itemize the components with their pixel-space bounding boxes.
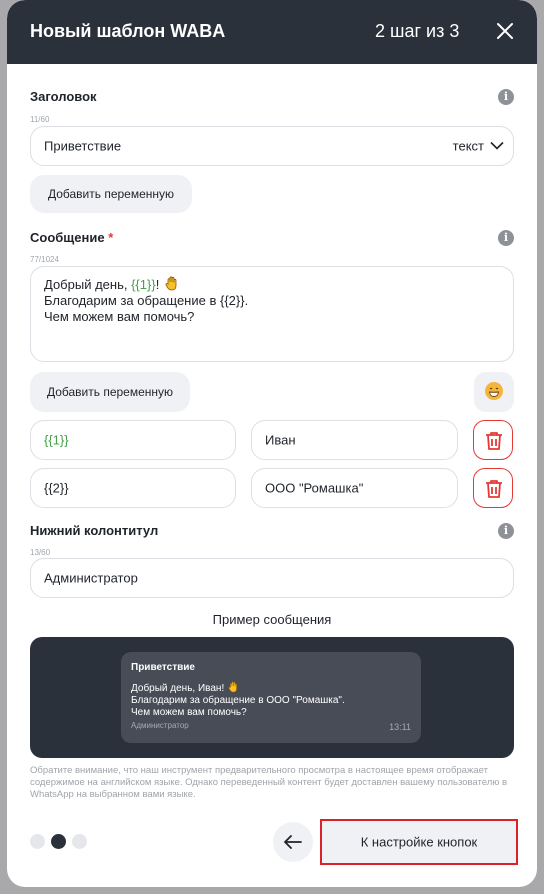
footer-label: Нижний колонтитул bbox=[30, 523, 159, 538]
preview-note: Обратите внимание, что наш инструмент пр… bbox=[30, 765, 508, 800]
step-dot-3 bbox=[72, 834, 87, 849]
message-bubble: Приветствие Добрый день, Иван! Благодари… bbox=[121, 652, 421, 743]
step-dot-1 bbox=[30, 834, 45, 849]
footer-input-value: Администратор bbox=[44, 570, 138, 586]
footer-input[interactable]: Администратор bbox=[30, 558, 514, 598]
next-step-label: К настройке кнопок bbox=[360, 834, 478, 850]
message-label: Сообщение * bbox=[30, 230, 113, 245]
trash-icon bbox=[486, 480, 502, 498]
preview-panel: Приветствие Добрый день, Иван! Благодари… bbox=[30, 637, 514, 758]
template-modal: Новый шаблон WABA 2 шаг из 3 Заголовок i… bbox=[7, 0, 537, 887]
add-message-variable-label: Добавить переменную bbox=[46, 385, 174, 399]
preview-title: Пример сообщения bbox=[212, 612, 332, 627]
info-icon[interactable]: i bbox=[498, 523, 514, 539]
variable-value-field[interactable]: ООО "Ромашка" bbox=[251, 468, 458, 508]
delete-variable-button[interactable] bbox=[473, 468, 513, 508]
bubble-line-2: Благодарим за обращение в ООО "Ромашка". bbox=[131, 695, 345, 706]
emoji-face-icon bbox=[488, 387, 500, 397]
bubble-time: 13:11 bbox=[389, 722, 411, 732]
add-header-variable-button[interactable]: Добавить переменную bbox=[30, 175, 192, 213]
header-input[interactable]: Приветствие текст bbox=[30, 126, 514, 166]
message-line-3: Чем можем вам помочь? bbox=[44, 309, 195, 324]
trash-icon bbox=[486, 432, 502, 450]
bubble-line-3: Чем можем вам помочь? bbox=[131, 707, 247, 718]
variable-name-field[interactable]: {{1}} bbox=[30, 420, 236, 460]
bubble-footer: Администратор bbox=[131, 721, 189, 730]
bubble-line-1: Добрый день, Иван! bbox=[131, 681, 345, 695]
message-label-text: Сообщение bbox=[30, 230, 105, 245]
emoji-button[interactable] bbox=[474, 372, 514, 412]
variable-value-1: Иван bbox=[265, 432, 296, 448]
bubble-body: Добрый день, Иван! Благодарим за обращен… bbox=[131, 681, 345, 719]
back-button[interactable] bbox=[273, 822, 313, 862]
next-step-button[interactable]: К настройке кнопок bbox=[320, 819, 518, 865]
modal-title: Новый шаблон WABA bbox=[30, 21, 226, 41]
header-type-select[interactable]: текст bbox=[453, 139, 484, 154]
header-label: Заголовок bbox=[30, 89, 97, 104]
message-line-1-prefix: Добрый день, bbox=[44, 277, 132, 292]
bubble-line-1-text: Добрый день, Иван! bbox=[131, 683, 225, 694]
add-header-variable-label: Добавить переменную bbox=[47, 187, 175, 201]
message-line-2: Благодарим за обращение в {{2}}. bbox=[44, 293, 249, 308]
message-counter: 77/1024 bbox=[30, 255, 59, 264]
waving-hand-icon bbox=[165, 276, 177, 291]
message-textarea[interactable]: Добрый день, {{1}}! Благодарим за обраще… bbox=[30, 266, 514, 362]
header-input-value: Приветствие bbox=[44, 138, 122, 154]
variable-value-2: ООО "Ромашка" bbox=[265, 480, 364, 496]
footer-counter: 13/60 bbox=[30, 548, 51, 557]
info-icon[interactable]: i bbox=[498, 89, 514, 105]
delete-variable-button[interactable] bbox=[473, 420, 513, 460]
arrow-left-icon bbox=[284, 835, 302, 849]
waving-hand-icon bbox=[228, 681, 237, 693]
variable-name-field[interactable]: {{2}} bbox=[30, 468, 236, 508]
step-indicator: 2 шаг из 3 bbox=[375, 21, 460, 41]
emoji-icon bbox=[485, 382, 503, 400]
close-icon bbox=[497, 23, 513, 39]
message-line-1: Добрый день, {{1}}! bbox=[44, 276, 500, 293]
close-button[interactable] bbox=[494, 20, 516, 42]
variable-value-field[interactable]: Иван bbox=[251, 420, 458, 460]
step-dot-2-active bbox=[51, 834, 66, 849]
message-line-1-suffix: ! bbox=[155, 277, 160, 292]
add-message-variable-button[interactable]: Добавить переменную bbox=[30, 372, 190, 412]
variable-name-2: {{2}} bbox=[44, 480, 69, 496]
modal-header: Новый шаблон WABA 2 шаг из 3 bbox=[7, 0, 537, 64]
required-mark: * bbox=[108, 230, 114, 245]
message-variable-1: {{1}} bbox=[131, 277, 156, 292]
variable-name-1: {{1}} bbox=[44, 432, 69, 448]
chevron-down-icon[interactable] bbox=[490, 141, 504, 151]
info-icon[interactable]: i bbox=[498, 230, 514, 246]
header-counter: 11/60 bbox=[30, 115, 50, 124]
bubble-header: Приветствие bbox=[131, 662, 195, 673]
